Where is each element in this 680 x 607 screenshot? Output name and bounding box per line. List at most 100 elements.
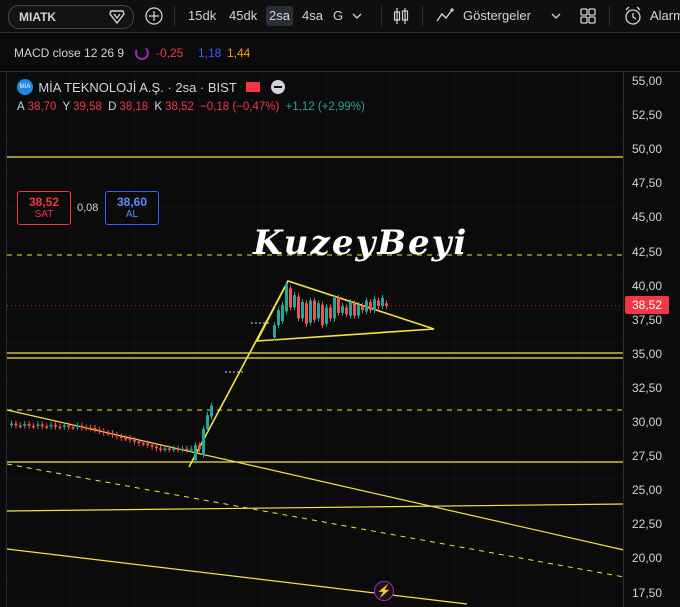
price-tick: 27,50: [632, 449, 663, 464]
candle-body: [313, 300, 316, 320]
high-label: Y: [62, 101, 71, 113]
company-logo: MİA: [17, 79, 33, 95]
chart-pane[interactable]: KuzeyBeyi MİA MİA TEKNOLOJİ A.Ş. · 2sa ·…: [6, 72, 624, 607]
buy-button[interactable]: 38,60 AL: [105, 191, 159, 225]
candle-body: [333, 297, 336, 319]
candle-body: [305, 303, 308, 324]
change-value: −0,18 (−0,47%): [200, 101, 280, 113]
candle-body: [89, 427, 92, 430]
lightning-icon[interactable]: ⚡: [374, 581, 394, 601]
candle-body: [23, 424, 27, 426]
chart-canvas[interactable]: KuzeyBeyi: [7, 72, 624, 607]
price-tick: 50,00: [632, 142, 663, 157]
add-symbol-icon[interactable]: [144, 6, 164, 26]
candle-body: [58, 426, 62, 429]
interval-15dk[interactable]: 15dk: [188, 6, 216, 26]
candle-body: [181, 448, 184, 451]
symbol-search[interactable]: MIATK: [8, 5, 134, 29]
layouts-grid-icon[interactable]: [578, 6, 598, 26]
candle-body: [146, 443, 150, 446]
price-tick: 55,00: [632, 74, 663, 88]
chart-background: [7, 72, 624, 607]
symbol-label: MIATK: [19, 10, 57, 24]
candle-body: [159, 448, 162, 450]
candle-body: [128, 438, 132, 440]
candle-body: [321, 304, 324, 326]
price-tick: 45,00: [632, 210, 663, 225]
volume-change-value: +1,12 (+2,99%): [285, 101, 365, 113]
interval-day[interactable]: G: [333, 6, 343, 26]
buy-price: 38,60: [116, 195, 148, 209]
candle-body: [345, 307, 348, 315]
candle-body: [357, 304, 360, 316]
price-tick: 52,50: [632, 108, 663, 123]
candle-body: [150, 445, 154, 447]
toolbar-divider: [174, 6, 175, 26]
macd-signal-value: 1,18: [198, 46, 222, 60]
candle-body: [198, 445, 201, 450]
candle-body: [381, 297, 384, 307]
candle-body: [185, 448, 189, 451]
price-tick: 40,00: [632, 278, 663, 293]
candle-body: [54, 424, 57, 427]
red-flag-icon[interactable]: [246, 82, 261, 92]
candle-body: [301, 301, 304, 319]
candle-body: [155, 446, 158, 449]
macd-indicator-row: MACD close 12 26 9 -0,25 1,18 1,44: [0, 33, 680, 72]
candle-body: [111, 433, 114, 435]
sell-button[interactable]: 38,52 SAT: [17, 191, 71, 225]
candle-body: [167, 448, 171, 450]
alarm-button[interactable]: Alarm: [650, 6, 680, 26]
candle-body: [325, 307, 328, 324]
compare-icon[interactable]: [107, 8, 127, 26]
alarm-clock-icon[interactable]: [622, 5, 644, 27]
macd-label: MACD close 12 26 9: [14, 46, 125, 60]
price-tick: 22,50: [632, 517, 663, 532]
indicators-icon[interactable]: [435, 6, 455, 26]
candle-body: [273, 325, 276, 338]
candle-body: [115, 434, 119, 437]
candle-body: [18, 425, 22, 427]
open-value: 38,70: [27, 101, 57, 113]
price-tick: 20,00: [632, 551, 663, 566]
interval-45dk[interactable]: 45dk: [229, 6, 257, 26]
buy-label: AL: [125, 209, 139, 220]
indicators-button[interactable]: Göstergeler: [463, 6, 531, 26]
price-tick: 35,00: [632, 346, 663, 361]
candle-body: [97, 429, 101, 432]
candle-body: [341, 306, 344, 313]
candle-body: [194, 445, 197, 461]
candle-type-icon[interactable]: [392, 6, 410, 26]
candle-body: [76, 425, 79, 428]
interval-4sa[interactable]: 4sa: [302, 6, 323, 26]
candle-body: [277, 310, 280, 326]
current-price-label: 38,52: [625, 296, 669, 314]
candle-body: [67, 425, 71, 428]
candle-body: [189, 448, 193, 451]
candle-body: [141, 443, 145, 445]
chevron-down-icon[interactable]: [551, 12, 561, 20]
candle-body: [119, 436, 123, 438]
candle-body: [106, 432, 110, 435]
candle-body: [349, 301, 352, 316]
price-tick: 47,50: [632, 176, 663, 191]
price-tick: 17,50: [632, 585, 663, 600]
interval-2sa[interactable]: 2sa: [266, 6, 293, 26]
top-toolbar: MIATK 15dk 45dk 2sa 4sa G Göstergeler Al…: [0, 0, 680, 33]
candle-body: [163, 448, 167, 450]
candle-body: [176, 448, 180, 451]
price-tick: 25,00: [632, 483, 663, 498]
candle-body: [297, 296, 300, 319]
collapse-icon[interactable]: [271, 80, 286, 94]
candle-body: [27, 424, 31, 426]
price-axis[interactable]: 55,00 52,50 50,00 47,50 45,00 42,50 40,00 37,50…: [623, 72, 680, 607]
candle-body: [172, 448, 176, 451]
watermark-text: KuzeyBeyi: [252, 223, 468, 263]
candle-body: [202, 428, 205, 455]
sell-label: SAT: [34, 209, 54, 220]
candle-body: [49, 424, 53, 427]
chevron-down-icon[interactable]: [352, 12, 362, 20]
candle-body: [353, 303, 356, 316]
candle-body: [84, 427, 88, 429]
price-tick: 37,50: [632, 312, 663, 327]
